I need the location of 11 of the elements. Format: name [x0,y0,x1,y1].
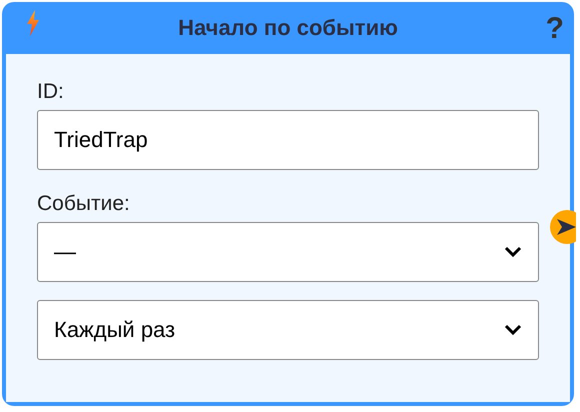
chevron-down-icon [504,324,522,336]
id-input-field[interactable]: TriedTrap [37,110,539,170]
field-label: Событие: [37,192,131,216]
help-button[interactable]: ? [542,12,568,46]
event-dropdown[interactable]: — [37,222,539,282]
repeat-dropdown[interactable]: Каждый раз [37,300,539,360]
lightning-icon [26,10,40,36]
chevron-down-icon [504,246,522,258]
output-port-icon[interactable] [550,210,576,244]
field-label: ID: [37,80,65,104]
node-title: Начало по событию [178,15,398,41]
